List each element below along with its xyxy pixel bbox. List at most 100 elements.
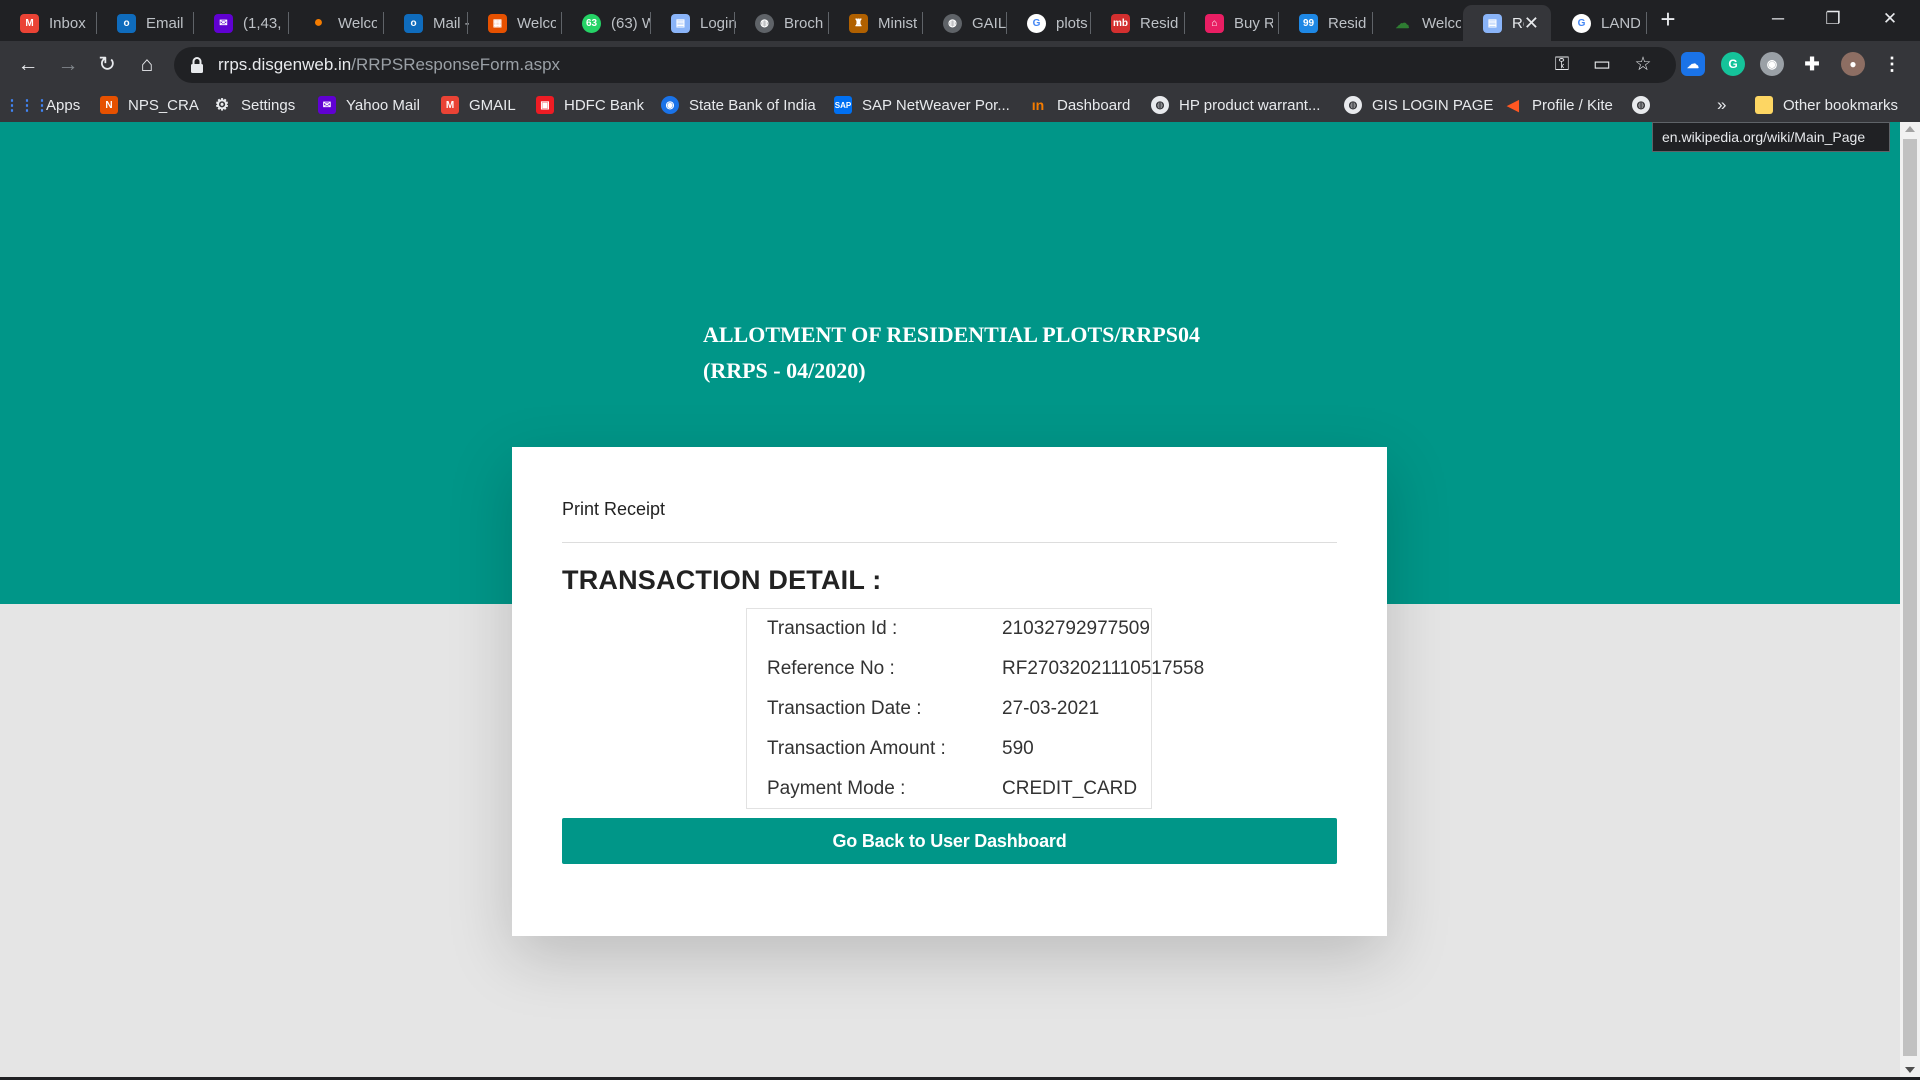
bookmark-sap-netweaver[interactable]: SAP SAP NetWeaver Por... bbox=[834, 88, 1010, 122]
magicbricks-icon: mb bbox=[1111, 13, 1130, 33]
browser-tab[interactable]: o Mail - bbox=[384, 5, 478, 41]
bookmark-label: Apps bbox=[46, 96, 81, 114]
url-domain: rrps.disgenweb.in bbox=[218, 55, 352, 74]
bookmark-label: Other bookmarks bbox=[1783, 96, 1899, 114]
page-viewport: ALLOTMENT OF RESIDENTIAL PLOTS/RRPS04 (R… bbox=[0, 122, 1900, 1077]
bookmark-gmail[interactable]: M GMAIL bbox=[441, 88, 516, 122]
browser-tab[interactable]: 63 (63) W bbox=[562, 5, 656, 41]
browser-tab[interactable]: ☁ Welco bbox=[1373, 5, 1467, 41]
url-text[interactable]: rrps.disgenweb.in/RRPSResponseForm.aspx bbox=[218, 47, 560, 83]
bookmark-nps-cra[interactable]: N NPS_CRA bbox=[100, 88, 199, 122]
bookmark-hdfc-bank[interactable]: ▣ HDFC Bank bbox=[536, 88, 644, 122]
browser-tab[interactable]: mb Reside bbox=[1091, 5, 1185, 41]
circle-extension-icon[interactable]: ◉ bbox=[1760, 52, 1784, 76]
scroll-down-arrow-icon[interactable] bbox=[1905, 1067, 1915, 1073]
browser-tab[interactable]: o Email bbox=[97, 5, 193, 41]
orange-dot-icon: ● bbox=[313, 14, 324, 31]
back-to-dashboard-button[interactable]: Go Back to User Dashboard bbox=[562, 818, 1337, 864]
bookmark-gis-login[interactable]: ◍ GIS LOGIN PAGE bbox=[1344, 88, 1493, 122]
bookmark-dashboard[interactable]: ın Dashboard bbox=[1029, 88, 1131, 122]
gear-icon: ⚙ bbox=[214, 97, 230, 114]
browser-tab[interactable]: G plots bbox=[1007, 5, 1101, 41]
bookmarks-overflow-button[interactable]: » bbox=[1717, 88, 1726, 122]
kite-dashboard-icon: ın bbox=[1031, 97, 1045, 113]
bookmark-label: GIS LOGIN PAGE bbox=[1372, 96, 1494, 114]
grammarly-extension-icon[interactable]: G bbox=[1721, 52, 1745, 76]
bookmark-sbi[interactable]: ◉ State Bank of India bbox=[661, 88, 816, 122]
payment-mode-row: Payment Mode : CREDIT_CARD bbox=[767, 769, 1287, 809]
payment-mode-label: Payment Mode : bbox=[767, 778, 906, 799]
tab-label: Email bbox=[146, 14, 184, 32]
browser-tab[interactable]: ▤ Login bbox=[651, 5, 745, 41]
transaction-amount-row: Transaction Amount : 590 bbox=[767, 729, 1287, 769]
restore-button[interactable]: ❐ bbox=[1803, 0, 1863, 41]
globe-icon: ◍ bbox=[1344, 96, 1362, 114]
bookmark-star-icon[interactable]: ☆ bbox=[1631, 53, 1655, 77]
tab-label: Re bbox=[1512, 14, 1524, 32]
browser-tab[interactable]: 99 Reside bbox=[1279, 5, 1373, 41]
bookmark-hp-warranty[interactable]: ◍ HP product warrant... bbox=[1151, 88, 1320, 122]
bookmark-profile-kite[interactable]: ◀ Profile / Kite bbox=[1504, 88, 1613, 122]
extensions-puzzle-icon[interactable]: ✚ bbox=[1800, 52, 1824, 76]
transaction-id-row: Transaction Id : 21032792977509 bbox=[767, 609, 1287, 649]
hdfc-icon: ▣ bbox=[536, 96, 554, 114]
bookmark-label: SAP NetWeaver Por... bbox=[862, 96, 1010, 114]
tab-label: GAIL bbox=[972, 14, 1007, 32]
tab-label: Minist bbox=[878, 14, 917, 32]
transaction-date-row: Transaction Date : 27-03-2021 bbox=[767, 689, 1287, 729]
print-receipt-link[interactable]: Print Receipt bbox=[562, 499, 665, 520]
globe-icon: ◍ bbox=[755, 13, 774, 33]
scrollbar-thumb[interactable] bbox=[1903, 139, 1917, 1056]
browser-tab[interactable]: ⌂ Buy R bbox=[1185, 5, 1279, 41]
browser-tab[interactable]: M Inbox bbox=[0, 5, 95, 41]
back-button[interactable]: ← bbox=[12, 49, 44, 81]
document-icon: ▤ bbox=[671, 13, 690, 33]
vertical-scrollbar[interactable] bbox=[1900, 122, 1920, 1077]
close-tab-icon[interactable]: ✕ bbox=[1524, 13, 1545, 34]
window-close-button[interactable]: ✕ bbox=[1860, 0, 1920, 41]
reload-button[interactable]: ↻ bbox=[91, 49, 123, 81]
address-bar[interactable]: rrps.disgenweb.in/RRPSResponseForm.aspx … bbox=[174, 47, 1676, 83]
housing-icon: ⌂ bbox=[1205, 13, 1224, 33]
emblem-icon: ♜ bbox=[849, 13, 868, 33]
key-icon[interactable]: ⚿ bbox=[1550, 53, 1574, 77]
bookmark-label: State Bank of India bbox=[689, 96, 816, 114]
profile-avatar[interactable]: ● bbox=[1841, 52, 1865, 76]
transaction-amount-label: Transaction Amount : bbox=[767, 738, 946, 759]
payment-mode-value: CREDIT_CARD bbox=[1002, 778, 1138, 799]
tab-label: Welco bbox=[1422, 14, 1461, 32]
browser-tab[interactable]: ♜ Minist bbox=[829, 5, 923, 41]
menu-kebab-icon[interactable]: ⋮ bbox=[1880, 52, 1904, 76]
other-bookmarks-folder[interactable]: Other bookmarks bbox=[1755, 88, 1898, 122]
receipt-card: Print Receipt TRANSACTION DETAIL : Trans… bbox=[512, 447, 1387, 936]
home-button[interactable]: ⌂ bbox=[131, 49, 163, 81]
bookmark-tooltip: en.wikipedia.org/wiki/Main_Page bbox=[1652, 122, 1890, 152]
browser-tab[interactable]: ● Welco bbox=[289, 5, 383, 41]
browser-tab[interactable]: ▦ Welco bbox=[468, 5, 562, 41]
new-tab-button[interactable]: + bbox=[1654, 6, 1682, 34]
grid-logo-icon: ▦ bbox=[488, 13, 507, 33]
bookmark-apps[interactable]: ⋮⋮⋮ Apps bbox=[5, 88, 81, 122]
bookmark-wikipedia[interactable]: ◍ bbox=[1632, 88, 1660, 122]
whatsapp-icon: 63 bbox=[582, 13, 601, 33]
bookmark-label: NPS_CRA bbox=[128, 96, 199, 114]
browser-tab[interactable]: ✉ (1,43, bbox=[194, 5, 288, 41]
tab-label: Inbox bbox=[49, 14, 86, 32]
scroll-up-arrow-icon[interactable] bbox=[1905, 126, 1915, 132]
browser-tab-active[interactable]: ▤ Re ✕ bbox=[1463, 5, 1551, 41]
bookmark-label: HP product warrant... bbox=[1179, 96, 1321, 114]
sap-icon: SAP bbox=[834, 96, 852, 114]
browser-tab[interactable]: G LAND bbox=[1552, 5, 1646, 41]
minimize-button[interactable]: ─ bbox=[1748, 0, 1808, 41]
transaction-id-label: Transaction Id : bbox=[767, 618, 898, 639]
bookmark-label: Dashboard bbox=[1057, 96, 1131, 114]
tab-label: LAND bbox=[1601, 14, 1640, 32]
bookmark-settings[interactable]: ⚙ Settings bbox=[213, 88, 295, 122]
bookmark-yahoo-mail[interactable]: ✉ Yahoo Mail bbox=[318, 88, 420, 122]
cloud-extension-icon[interactable]: ☁ bbox=[1681, 52, 1705, 76]
yahoo-mail-icon: ✉ bbox=[214, 13, 233, 33]
reading-mode-icon[interactable]: ▭ bbox=[1590, 53, 1614, 77]
forward-button[interactable]: → bbox=[52, 49, 84, 81]
browser-tab[interactable]: ◍ GAIL bbox=[923, 5, 1017, 41]
browser-tab[interactable]: ◍ Broch bbox=[735, 5, 829, 41]
